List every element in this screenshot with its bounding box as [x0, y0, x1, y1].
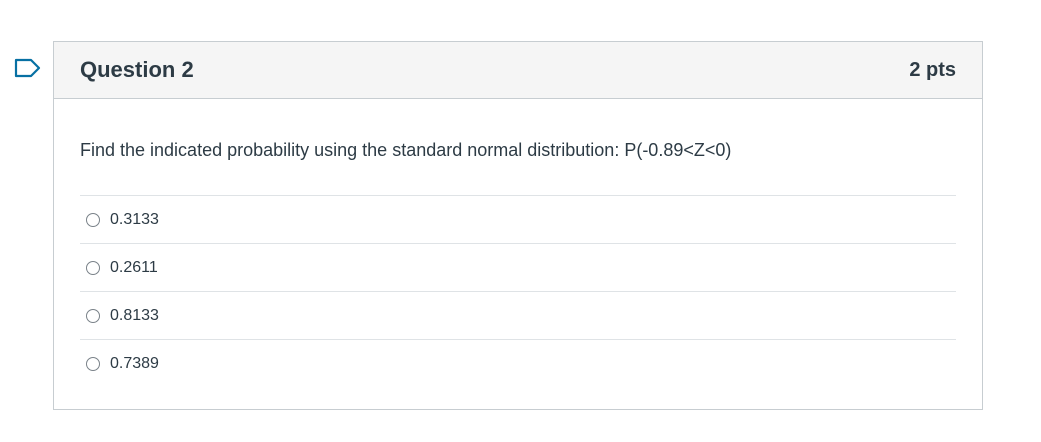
- answer-option[interactable]: 0.3133: [80, 196, 956, 244]
- answer-option[interactable]: 0.8133: [80, 292, 956, 340]
- question-text: Find the indicated probability using the…: [80, 140, 732, 160]
- answer-list: 0.3133 0.2611 0.8133 0.7389: [80, 195, 956, 387]
- flag-question-icon[interactable]: [14, 58, 42, 78]
- answer-label: 0.7389: [110, 354, 159, 372]
- radio-button[interactable]: [86, 356, 100, 371]
- question-body: Find the indicated probability using the…: [54, 99, 982, 387]
- radio-button[interactable]: [86, 212, 100, 227]
- answer-option[interactable]: 0.7389: [80, 340, 956, 387]
- question-card: Question 2 2 pts Find the indicated prob…: [53, 41, 983, 410]
- question-title: Question 2: [80, 57, 194, 82]
- answer-option[interactable]: 0.2611: [80, 244, 956, 292]
- question-points: 2 pts: [909, 58, 956, 81]
- radio-button[interactable]: [86, 308, 100, 323]
- answer-label: 0.2611: [110, 258, 158, 276]
- answer-label: 0.3133: [110, 210, 159, 228]
- radio-button[interactable]: [86, 260, 100, 275]
- question-header: Question 2 2 pts: [54, 42, 982, 99]
- answer-label: 0.8133: [110, 306, 159, 324]
